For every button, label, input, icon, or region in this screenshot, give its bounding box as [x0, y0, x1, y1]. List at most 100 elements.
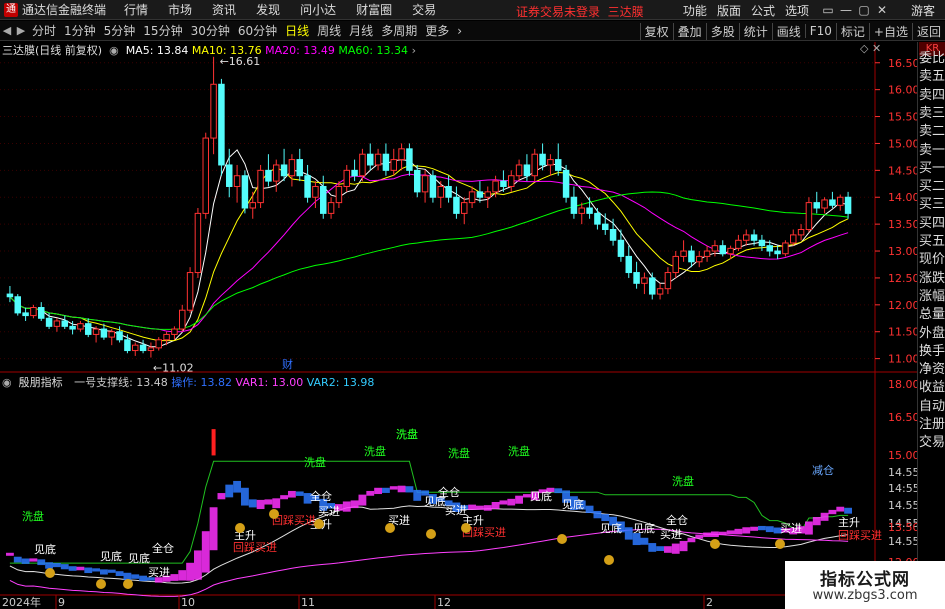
- period-toolbar: ◀ ▶ 分时 1分钟 5分钟 15分钟 30分钟 60分钟 日线 周线 月线 多…: [0, 21, 945, 41]
- sidebar-item[interactable]: 现价: [919, 251, 945, 269]
- money-bag-icon: [45, 568, 55, 578]
- sidebar-item[interactable]: 卖五: [919, 68, 945, 86]
- legend-toggle-icon[interactable]: ◉: [106, 44, 123, 57]
- period-fenshi[interactable]: 分时: [28, 22, 60, 39]
- sidebar-item[interactable]: 总量: [919, 306, 945, 324]
- sidebar-item[interactable]: 买一: [919, 160, 945, 178]
- sidebar-item[interactable]: 涨幅: [919, 288, 945, 306]
- signal-label: 全仓: [666, 513, 688, 527]
- sub-axis-label: 14:55: [888, 482, 917, 495]
- signal-label: 洗盘: [22, 509, 44, 523]
- candle-body: [343, 169, 350, 187]
- period-5min[interactable]: 5分钟: [100, 22, 140, 39]
- btn-add-watchlist[interactable]: +自选: [868, 22, 912, 40]
- sidebar-item[interactable]: 收益: [919, 379, 945, 397]
- sidebar-item[interactable]: 买三: [919, 196, 945, 214]
- restore-icon[interactable]: ▭: [819, 3, 837, 17]
- nav-forward-icon[interactable]: ▶: [14, 24, 28, 37]
- menu-hangqing[interactable]: 行情: [124, 1, 148, 18]
- sidebar-item[interactable]: 卖一: [919, 142, 945, 160]
- sidebar-item[interactable]: 卖四: [919, 87, 945, 105]
- sidebar-item[interactable]: 买四: [919, 215, 945, 233]
- period-15min[interactable]: 15分钟: [139, 22, 186, 39]
- candle-body: [461, 202, 468, 214]
- candle-body: [523, 164, 531, 177]
- sidebar-item[interactable]: 净资: [919, 361, 945, 379]
- chart-area[interactable]: 洗盘见底见底见底全仓买进主升回踩买进回踩买进全仓买进主升洗盘洗盘洗盘买进见底全仓…: [0, 42, 917, 609]
- btn-tongji[interactable]: 统计: [738, 22, 772, 40]
- sidebar-item[interactable]: 委比: [919, 50, 945, 68]
- menu-jiaoyi[interactable]: 交易: [412, 1, 436, 18]
- sidebar-item[interactable]: 买五: [919, 233, 945, 251]
- x-axis-label: 11: [301, 596, 315, 609]
- signal-label: 洗盘: [304, 455, 326, 469]
- sidebar-item[interactable]: 自动: [919, 398, 945, 416]
- chevron-right-icon[interactable]: ›: [412, 44, 416, 57]
- signal-label: 买进: [660, 528, 682, 541]
- period-monthly[interactable]: 月线: [345, 22, 377, 39]
- period-multi[interactable]: 多周期: [377, 22, 421, 39]
- sidebar-item[interactable]: 卖二: [919, 123, 945, 141]
- signal-label: 见底: [34, 542, 56, 556]
- band-segment: [295, 491, 304, 496]
- period-daily[interactable]: 日线: [281, 22, 313, 39]
- candle-body: [226, 164, 233, 187]
- btn-back[interactable]: 返回: [911, 22, 945, 40]
- candle-body: [555, 159, 562, 171]
- sidebar-item[interactable]: 交易: [919, 434, 945, 452]
- period-weekly[interactable]: 周线: [313, 22, 345, 39]
- sub-axis-label: 13.50: [888, 521, 917, 534]
- candle-body: [312, 185, 319, 198]
- nav-back-icon[interactable]: ◀: [0, 24, 14, 37]
- period-30min[interactable]: 30分钟: [187, 22, 234, 39]
- axis-tick-label: 16.50: [888, 57, 917, 70]
- menu-banmian[interactable]: 版面: [717, 2, 741, 19]
- btn-fuquan[interactable]: 复权: [639, 22, 673, 40]
- btn-biaoji[interactable]: 标记: [835, 22, 869, 40]
- menu-wenxiaoda[interactable]: 问小达: [300, 1, 336, 18]
- settings-icon[interactable]: ◇: [860, 42, 868, 55]
- btn-huaxian[interactable]: 画线: [771, 22, 805, 40]
- candle-body: [758, 239, 766, 247]
- menu-shichang[interactable]: 市场: [168, 1, 192, 18]
- chevron-right-icon[interactable]: ›: [453, 24, 466, 38]
- band-segment: [92, 568, 100, 572]
- minimize-icon[interactable]: —: [837, 3, 855, 17]
- sidebar-item[interactable]: 外盘: [919, 325, 945, 343]
- btn-duogu[interactable]: 多股: [705, 22, 739, 40]
- x-axis-label: 9: [58, 596, 65, 609]
- menu-faxian[interactable]: 发现: [256, 1, 280, 18]
- candle-body: [382, 153, 390, 171]
- user-label[interactable]: 游客: [911, 2, 935, 19]
- signal-label: 买进: [318, 505, 340, 518]
- band-segment: [225, 484, 234, 498]
- period-60min[interactable]: 60分钟: [234, 22, 281, 39]
- sidebar-item[interactable]: 卖三: [919, 105, 945, 123]
- band-segment: [123, 572, 132, 581]
- btn-f10[interactable]: F10: [804, 24, 836, 38]
- period-1min[interactable]: 1分钟: [60, 22, 100, 39]
- menu-gongshi[interactable]: 公式: [751, 2, 775, 19]
- candle-body: [484, 191, 491, 198]
- candle-body: [414, 169, 421, 193]
- sidebar-item[interactable]: 换手: [919, 343, 945, 361]
- watermark: 指标公式网 www.zbgs3.com: [785, 561, 945, 609]
- close-icon[interactable]: ✕: [872, 42, 881, 55]
- axis-tick-label: 13.50: [888, 218, 917, 231]
- menu-xuanxiang[interactable]: 选项: [785, 2, 809, 19]
- menu-caifuquan[interactable]: 财富圈: [356, 1, 392, 18]
- sidebar-item[interactable]: 买二: [919, 178, 945, 196]
- band-segment: [750, 526, 758, 531]
- sidebar-item[interactable]: 涨跌: [919, 270, 945, 288]
- sidebar-item[interactable]: 注册: [919, 416, 945, 434]
- menu-gongneng[interactable]: 功能: [683, 2, 707, 19]
- candle-body: [85, 323, 92, 335]
- band-segment: [765, 526, 774, 533]
- menu-zixun[interactable]: 资讯: [212, 1, 236, 18]
- band-segment: [648, 543, 657, 552]
- period-more[interactable]: 更多: [421, 22, 453, 39]
- maximize-icon[interactable]: ▢: [855, 3, 873, 17]
- close-icon[interactable]: ✕: [873, 3, 891, 17]
- btn-diejia[interactable]: 叠加: [672, 22, 706, 40]
- sub-legend-toggle-icon[interactable]: ◉: [2, 376, 15, 389]
